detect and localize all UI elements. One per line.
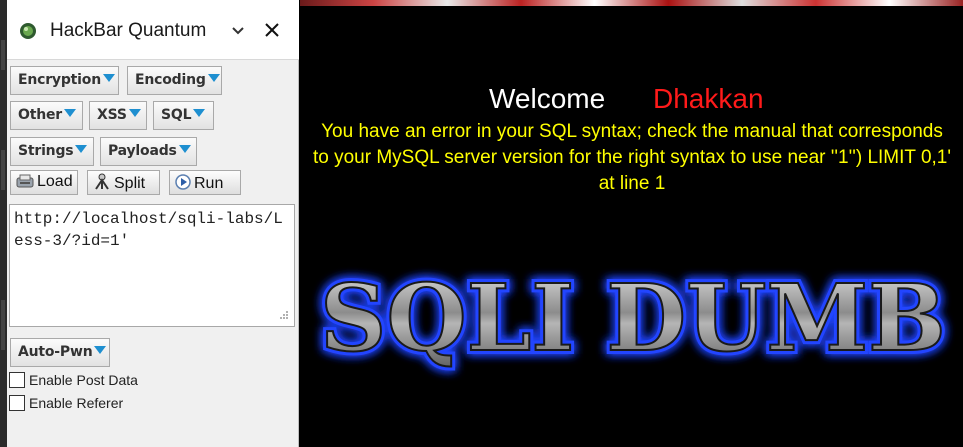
close-icon[interactable] [263, 21, 281, 39]
sql-menu-button[interactable]: SQL [153, 101, 214, 130]
dropdown-arrow-icon [75, 145, 88, 153]
welcome-text: Welcome [489, 83, 606, 114]
dropdown-arrow-icon [128, 109, 141, 117]
load-url-button[interactable]: Load [10, 170, 78, 195]
hackbar-sidebar: HackBar Quantum Encryption Encoding Othe… [7, 0, 299, 447]
other-menu-label: Other [18, 107, 62, 123]
run-label: Run [194, 175, 224, 192]
page-content: Welcome Dhakkan You have an error in you… [300, 0, 963, 447]
payloads-menu-label: Payloads [108, 143, 177, 159]
dropdown-arrow-icon [102, 74, 115, 82]
xss-menu-button[interactable]: XSS [89, 101, 147, 130]
auto-pwn-menu-label: Auto-Pwn [18, 344, 93, 360]
other-menu-button[interactable]: Other [10, 101, 83, 130]
dropdown-arrow-icon [193, 109, 206, 117]
hackbar-logo-icon [20, 23, 36, 39]
load-label: Load [37, 173, 73, 190]
encoding-menu-button[interactable]: Encoding [127, 66, 222, 95]
dropdown-arrow-icon [94, 346, 107, 354]
sidebar-header: HackBar Quantum [7, 0, 299, 60]
dropdown-arrow-icon [63, 109, 76, 117]
enable-referer-option: Enable Referer [9, 395, 123, 411]
header-image-strip [300, 0, 963, 6]
sidebar-title: HackBar Quantum [50, 20, 207, 41]
enable-post-data-option: Enable Post Data [9, 372, 138, 388]
banner-text: SQLI DUMB [320, 264, 946, 372]
welcome-line: Welcome Dhakkan [300, 83, 963, 117]
encryption-menu-label: Encryption [18, 72, 101, 88]
auto-pwn-menu-button[interactable]: Auto-Pwn [10, 338, 110, 367]
split-label: Split [114, 175, 146, 192]
encryption-menu-button[interactable]: Encryption [10, 66, 119, 95]
enable-post-data-label: Enable Post Data [29, 372, 138, 388]
dropdown-arrow-icon [207, 74, 220, 82]
split-url-button[interactable]: Split [87, 170, 160, 195]
dropdown-arrow-icon [178, 145, 191, 153]
resize-grip-icon[interactable] [279, 310, 289, 320]
xss-menu-label: XSS [97, 107, 127, 123]
sql-error-message: You have an error in your SQL syntax; ch… [312, 121, 951, 194]
sqli-dumb-banner: SQLI DUMB SQLI DUMB [316, 260, 950, 376]
load-icon [16, 174, 34, 188]
strings-menu-button[interactable]: Strings [10, 137, 94, 166]
left-edge-strip [0, 0, 7, 447]
sql-menu-label: SQL [161, 107, 192, 123]
run-icon [175, 174, 191, 190]
strings-menu-label: Strings [18, 143, 74, 159]
split-icon [95, 173, 109, 190]
chevron-down-icon[interactable] [231, 25, 245, 37]
enable-referer-label: Enable Referer [29, 395, 124, 411]
encoding-menu-label: Encoding [135, 72, 206, 88]
enable-post-data-checkbox[interactable] [9, 372, 25, 388]
run-button[interactable]: Run [169, 170, 241, 195]
enable-referer-checkbox[interactable] [9, 395, 25, 411]
username-text: Dhakkan [653, 83, 764, 114]
payloads-menu-button[interactable]: Payloads [100, 137, 197, 166]
url-textarea[interactable]: http://localhost/sqli-labs/Less-3/?id=1' [9, 204, 295, 327]
